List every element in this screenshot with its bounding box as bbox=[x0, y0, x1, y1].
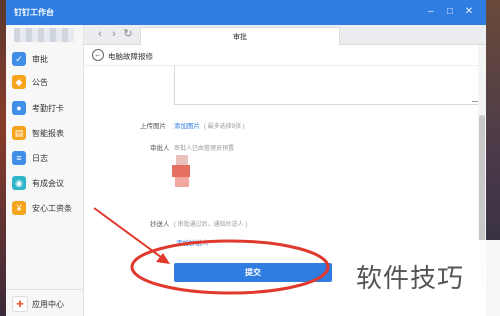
watermark-text: 软件技巧 bbox=[356, 264, 465, 294]
annotation-arrow-line bbox=[93, 207, 166, 261]
highlight-ellipse bbox=[130, 239, 330, 295]
